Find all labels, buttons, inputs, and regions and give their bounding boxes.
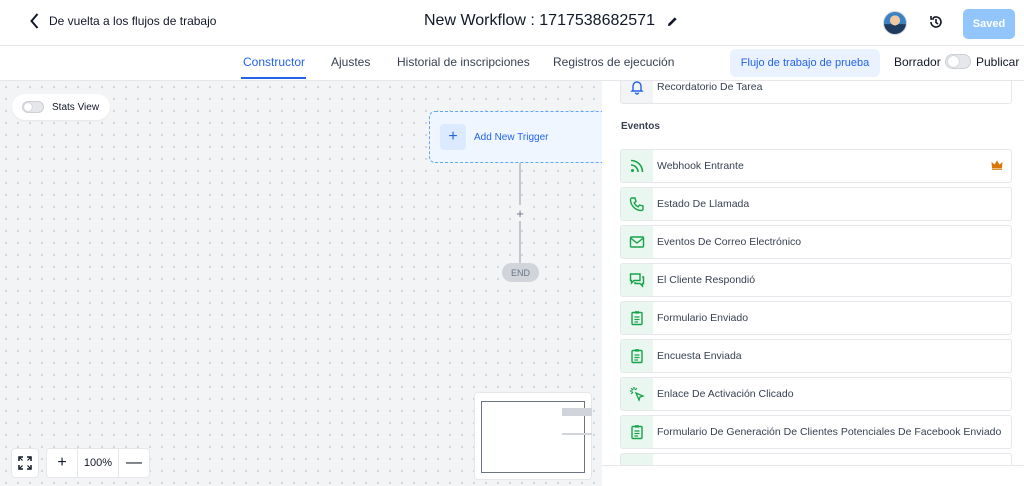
trigger-item-label: Formulario De Generación De Clientes Pot… — [657, 426, 1002, 438]
workflow-name: New Workflow : 1717538682571 — [424, 12, 655, 29]
back-label: De vuelta a los flujos de trabajo — [49, 14, 217, 28]
phone-icon — [621, 188, 653, 220]
stats-view-label: Stats View — [52, 101, 100, 113]
clipboard-icon — [621, 302, 653, 334]
mail-icon — [621, 226, 653, 258]
trigger-item-label: Recordatorio De Tarea — [657, 81, 763, 93]
expand-icon — [18, 456, 32, 470]
chat-icon — [621, 264, 653, 296]
section-title-eventos: Eventos — [621, 121, 660, 132]
panel-footer — [602, 465, 1024, 486]
trigger-item-formulario-enviado[interactable]: Formulario Enviado — [620, 301, 1012, 335]
trigger-item-enlace-activacion[interactable]: Enlace De Activación Clicado — [620, 377, 1012, 411]
chevron-left-icon — [30, 13, 39, 29]
bell-icon — [621, 81, 653, 103]
tab-historial-inscripciones[interactable]: Historial de inscripciones — [397, 55, 530, 69]
workflow-canvas[interactable]: Stats View + Add New Trigger + END + 100… — [0, 81, 602, 486]
clipboard-icon — [621, 416, 653, 448]
clipboard-icon — [621, 340, 653, 372]
stats-view-toggle[interactable]: Stats View — [12, 94, 110, 120]
trigger-item-label: El Cliente Respondió — [657, 274, 756, 286]
avatar[interactable] — [883, 11, 907, 35]
tab-ajustes[interactable]: Ajustes — [331, 55, 370, 69]
plus-icon: + — [440, 124, 466, 150]
test-workflow-button[interactable]: Flujo de trabajo de prueba — [730, 49, 880, 77]
trigger-item-label: Encuesta Enviada — [657, 350, 742, 362]
end-node: END — [502, 263, 539, 282]
trigger-item-cliente-respondio[interactable]: El Cliente Respondió — [620, 263, 1012, 297]
trigger-item-eventos-correo[interactable]: Eventos De Correo Electrónico — [620, 225, 1012, 259]
tab-bar: Constructor Ajustes Historial de inscrip… — [0, 46, 1024, 81]
minimap[interactable] — [474, 392, 592, 480]
minimap-line — [562, 433, 592, 435]
active-tab-indicator — [241, 77, 306, 79]
trigger-item-label: Estado De Llamada — [657, 198, 750, 210]
workflow-title: New Workflow : 1717538682571 — [424, 12, 678, 30]
trigger-item-formulario-facebook[interactable]: Formulario De Generación De Clientes Pot… — [620, 415, 1012, 449]
trigger-item-label: Formulario Enviado — [657, 312, 749, 324]
trigger-item-label: Enlace De Activación Clicado — [657, 388, 794, 400]
stats-view-switch[interactable] — [22, 101, 44, 113]
draft-label: Borrador — [894, 55, 941, 69]
add-step-button[interactable]: + — [512, 205, 528, 221]
trigger-item-label: Webhook Entrante — [657, 160, 744, 172]
rss-icon — [621, 150, 653, 182]
pencil-icon[interactable] — [667, 16, 678, 27]
crown-icon — [991, 160, 1003, 170]
save-button[interactable]: Saved — [963, 9, 1015, 39]
zoom-level: 100% — [77, 449, 119, 477]
trigger-item-recordatorio-tarea[interactable]: Recordatorio De Tarea — [620, 81, 1012, 104]
history-icon[interactable] — [928, 14, 944, 30]
minimap-node — [562, 408, 592, 416]
cursor-click-icon — [621, 378, 653, 410]
trigger-item-estado-llamada[interactable]: Estado De Llamada — [620, 187, 1012, 221]
top-bar: De vuelta a los flujos de trabajo New Wo… — [0, 0, 1024, 46]
zoom-in-button[interactable]: + — [47, 449, 77, 477]
fit-view-button[interactable] — [11, 448, 39, 478]
tab-constructor[interactable]: Constructor — [243, 55, 305, 69]
trigger-item-label: Eventos De Correo Electrónico — [657, 236, 802, 248]
tab-registros-ejecucion[interactable]: Registros de ejecución — [553, 55, 674, 69]
add-trigger-label: Add New Trigger — [474, 132, 549, 143]
add-trigger-card[interactable]: + Add New Trigger — [429, 111, 602, 163]
back-to-workflows-link[interactable]: De vuelta a los flujos de trabajo — [28, 13, 216, 29]
publish-toggle[interactable] — [945, 54, 971, 69]
minimap-viewport[interactable] — [481, 401, 592, 473]
trigger-item-webhook-entrante[interactable]: Webhook Entrante — [620, 149, 1012, 183]
publish-label: Publicar — [976, 55, 1020, 69]
zoom-out-button[interactable]: — — [119, 449, 149, 477]
trigger-panel: Recordatorio De Tarea Eventos Webhook En… — [602, 81, 1024, 486]
zoom-controls: + 100% — — [46, 448, 150, 478]
trigger-item-encuesta-enviada[interactable]: Encuesta Enviada — [620, 339, 1012, 373]
